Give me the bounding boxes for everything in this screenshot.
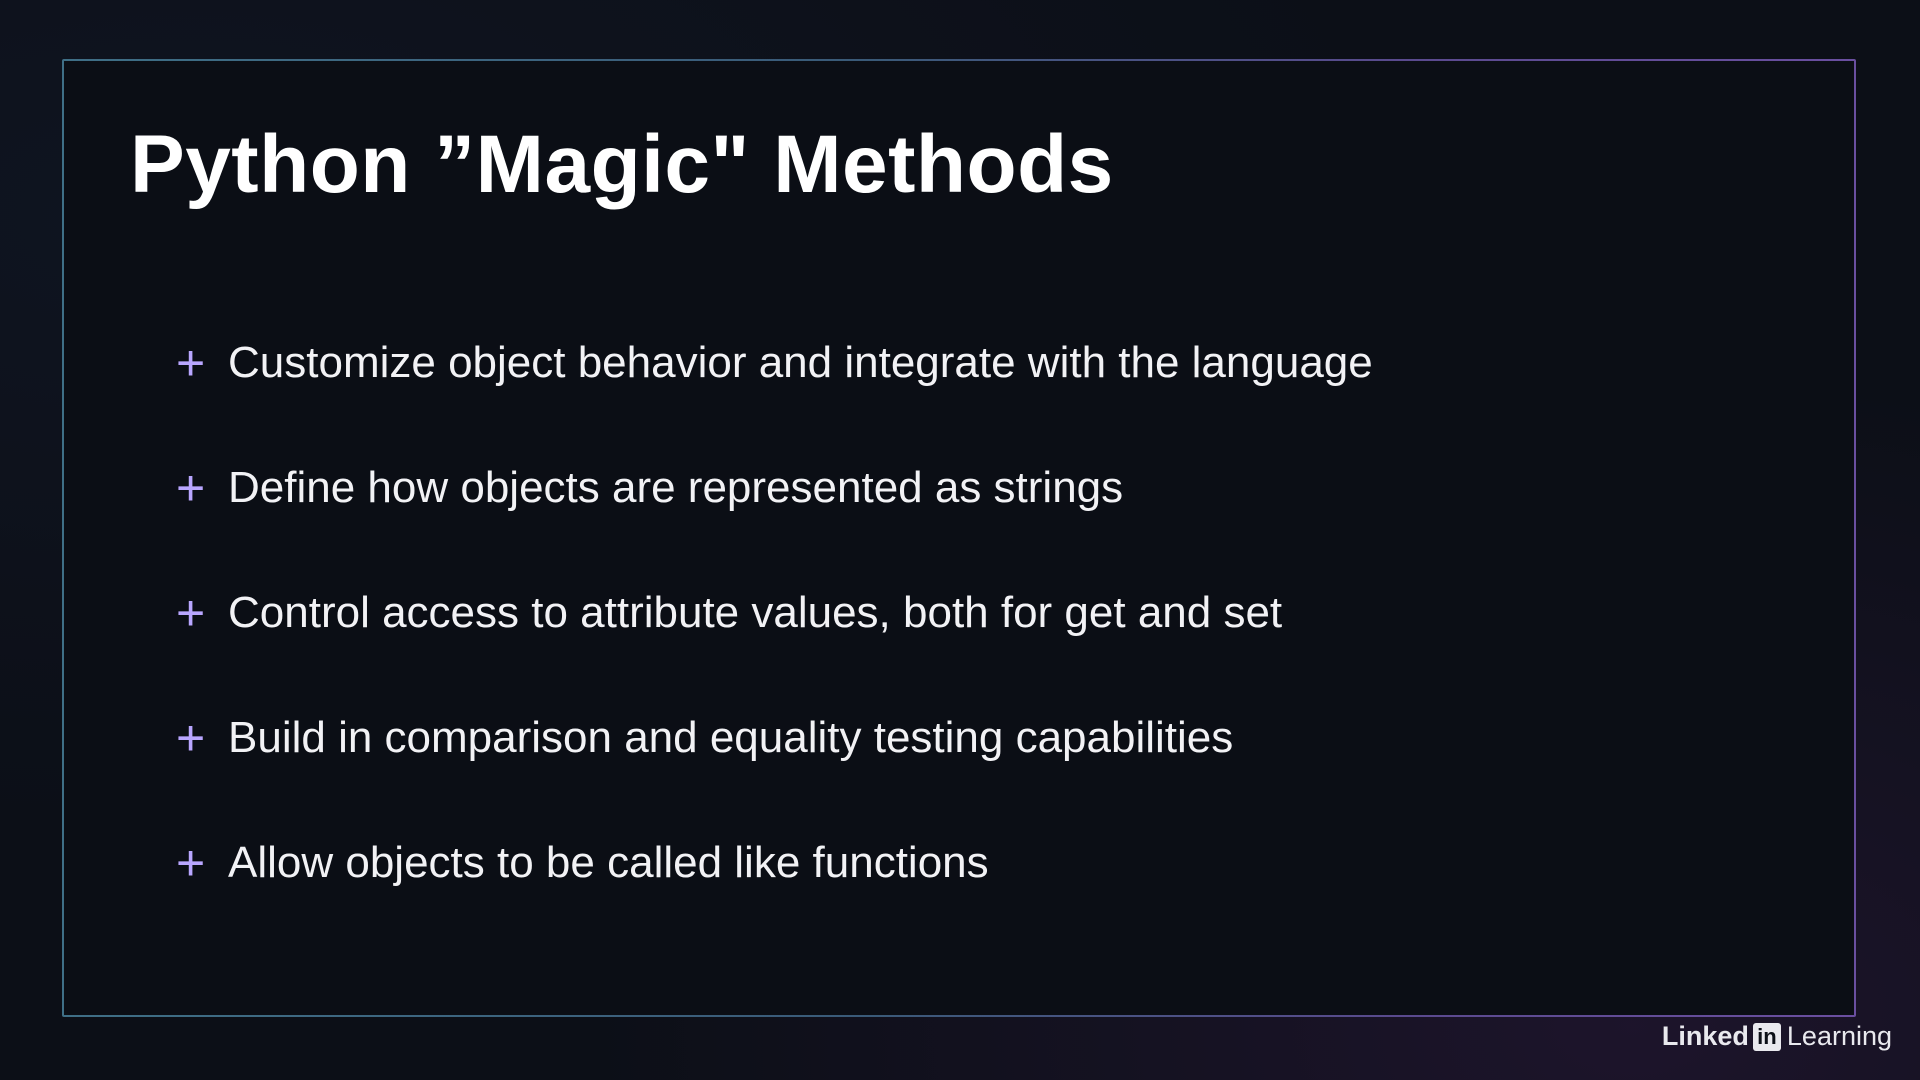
bullet-text: Build in comparison and equality testing…: [228, 712, 1234, 762]
plus-icon: +: [176, 834, 206, 891]
list-item: + Customize object behavior and integrat…: [176, 300, 1373, 425]
plus-icon: +: [176, 459, 206, 516]
bullet-text: Control access to attribute values, both…: [228, 587, 1283, 637]
list-item: + Define how objects are represented as …: [176, 425, 1373, 550]
linkedin-in-icon: in: [1752, 1022, 1781, 1051]
list-item: + Allow objects to be called like functi…: [176, 800, 1373, 925]
logo-text-linked: Linked: [1661, 1021, 1749, 1051]
list-item: + Build in comparison and equality testi…: [176, 675, 1373, 800]
video-frame: Python ”Magic" Methods + Customize objec…: [0, 0, 1920, 1080]
logo-text-learning: Learning: [1786, 1021, 1892, 1051]
linkedin-learning-logo: Linked in Learning: [1662, 1021, 1892, 1052]
list-item: + Control access to attribute values, bo…: [176, 550, 1373, 675]
bullet-list: + Customize object behavior and integrat…: [176, 300, 1373, 925]
slide-title: Python ”Magic" Methods: [130, 119, 1114, 210]
bullet-text: Define how objects are represented as st…: [228, 462, 1124, 512]
plus-icon: +: [176, 584, 206, 641]
plus-icon: +: [176, 334, 206, 391]
plus-icon: +: [176, 709, 206, 766]
bullet-text: Customize object behavior and integrate …: [228, 337, 1373, 387]
bullet-text: Allow objects to be called like function…: [228, 837, 989, 887]
